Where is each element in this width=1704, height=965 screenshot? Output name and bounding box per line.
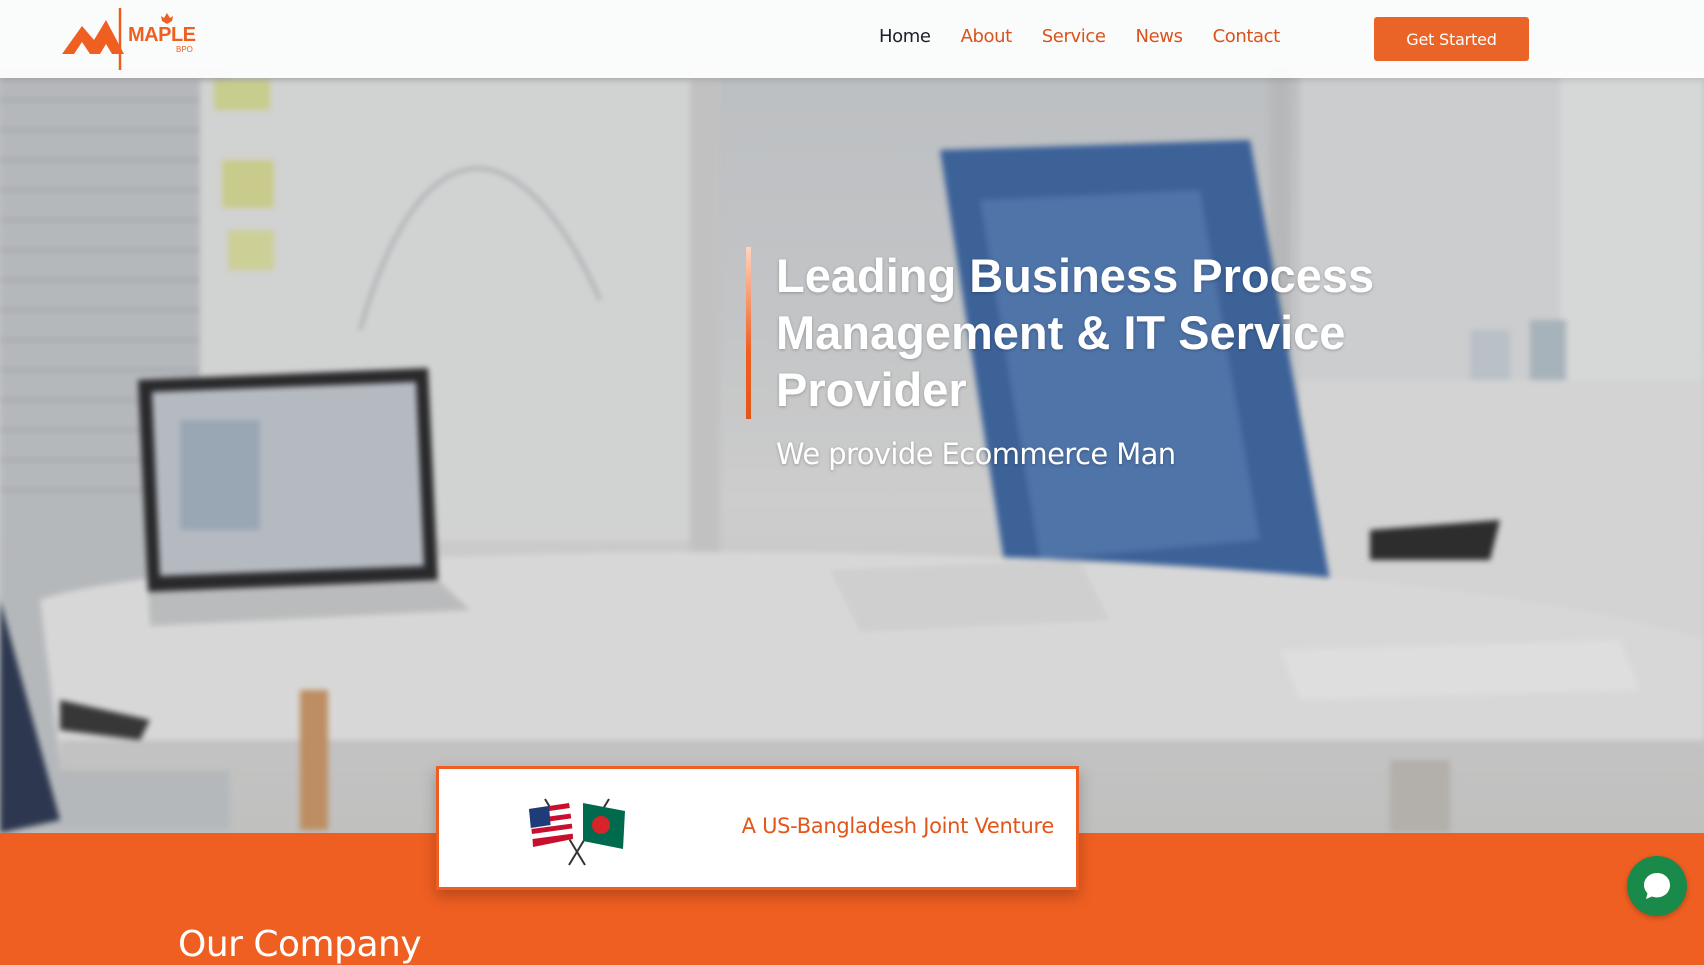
brand-sub: BPO: [176, 45, 193, 54]
nav-item-home[interactable]: Home: [879, 26, 931, 47]
nav-item-service[interactable]: Service: [1042, 26, 1106, 47]
nav-item-about[interactable]: About: [961, 26, 1013, 47]
joint-venture-text: A US-Bangladesh Joint Venture: [741, 814, 1055, 838]
us-flag-icon: [529, 803, 573, 847]
get-started-button[interactable]: Get Started: [1374, 17, 1529, 61]
site-header: MAPLE BPO Home About Service News Contac…: [0, 0, 1704, 78]
nav-item-news[interactable]: News: [1136, 26, 1183, 47]
chat-button[interactable]: [1627, 856, 1687, 916]
us-bangladesh-flags-icon: [529, 798, 625, 866]
nav-item-contact[interactable]: Contact: [1213, 26, 1281, 47]
hero-accent-bar: [746, 247, 751, 419]
brand-name: MAPLE: [128, 24, 196, 46]
main-nav: Home About Service News Contact: [879, 26, 1310, 47]
hero-subtitle: We provide Ecommerce Man: [776, 437, 1176, 471]
chat-bubble-icon: [1644, 873, 1670, 899]
joint-venture-card: A US-Bangladesh Joint Venture: [436, 766, 1079, 890]
hero-title: Leading Business Process Management & IT…: [776, 249, 1375, 416]
company-section-heading: Our Company: [178, 924, 422, 965]
bangladesh-flag-icon: [583, 803, 625, 849]
